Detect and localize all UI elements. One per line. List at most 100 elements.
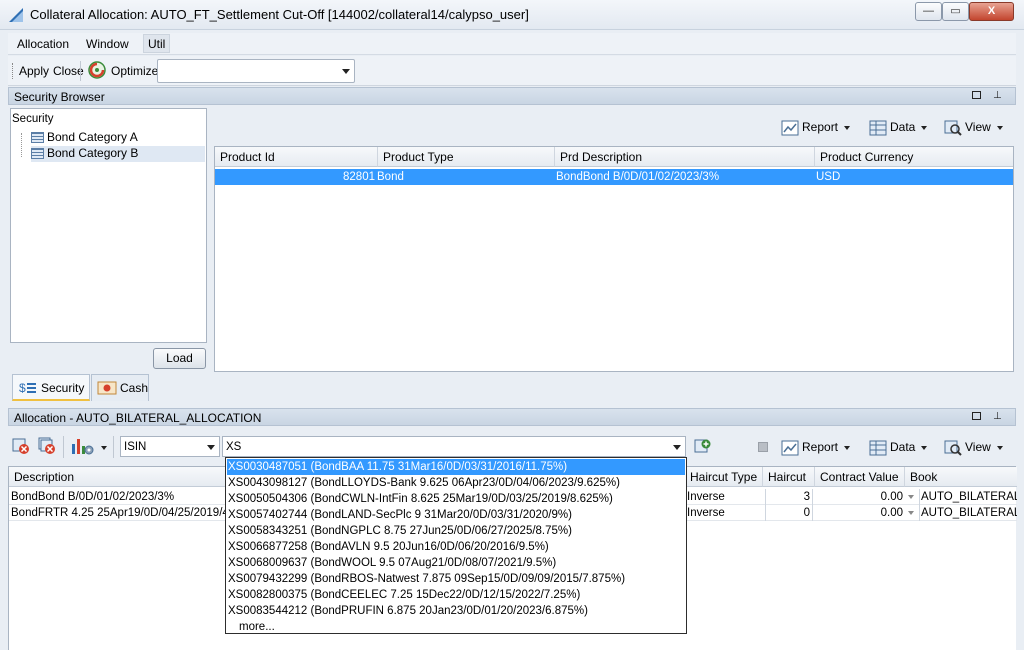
table-icon (31, 148, 44, 159)
menu-window[interactable]: Window (86, 37, 129, 51)
chevron-down-icon (207, 444, 215, 450)
data-menu-button[interactable]: Data (869, 120, 928, 136)
restore-panel-icon[interactable] (972, 91, 981, 99)
cell-description: BondBond B/0D/01/02/2023/3% (556, 171, 720, 183)
cell-contract-value[interactable]: 0.00 (815, 505, 905, 521)
window-title: Collateral Allocation: AUTO_FT_Settlemen… (30, 7, 529, 22)
security-browser-title: Security Browser (14, 90, 105, 104)
table-row[interactable]: 82801 Bond BondBond B/0D/01/02/2023/3% U… (215, 169, 1013, 185)
stop-icon[interactable] (758, 442, 768, 452)
column-header-haircut[interactable]: Haircut (763, 467, 815, 487)
title-bar: Collateral Allocation: AUTO_FT_Settlemen… (0, 0, 1024, 30)
chevron-down-icon[interactable] (908, 511, 914, 515)
pin-icon[interactable]: ⊥ (992, 91, 1003, 101)
cell-product-type: Bond (377, 171, 404, 183)
column-header-product-currency[interactable]: Product Currency (815, 147, 1013, 167)
suggestion-item[interactable]: XS0057402744 (BondLAND-SecPlc 9 31Mar20/… (227, 507, 685, 523)
column-header-product-type[interactable]: Product Type (378, 147, 555, 167)
view-label: View (965, 440, 991, 455)
optimize-icon[interactable] (88, 61, 106, 79)
suggestion-item[interactable]: XS0058343251 (BondNGPLC 8.75 27Jun25/0D/… (227, 523, 685, 539)
suggestion-item[interactable]: XS0083544212 (BondPRUFIN 6.875 20Jan23/0… (227, 603, 685, 619)
apply-button[interactable]: Apply (19, 64, 49, 78)
report-icon (781, 120, 799, 136)
tab-security[interactable]: $ Security (12, 374, 90, 401)
report-icon (781, 440, 799, 456)
suggestion-item[interactable]: XS0043098127 (BondLLOYDS-Bank 9.625 06Ap… (227, 475, 685, 491)
cell-product-id: 82801 (343, 171, 375, 183)
security-search-value: XS (226, 441, 242, 453)
view-icon (944, 120, 962, 136)
column-header-contract-value[interactable]: Contract Value (815, 467, 905, 487)
view-label: View (965, 120, 991, 135)
column-header-prd-description[interactable]: Prd Description (555, 147, 815, 167)
toolbar-divider (63, 436, 64, 458)
minimize-icon: — (923, 5, 934, 17)
column-header-haircut-type[interactable]: Haircut Type (685, 467, 763, 487)
id-type-value: ISIN (124, 441, 147, 453)
suggestion-item[interactable]: XS0066877258 (BondAVLN 9.5 20Jun16/0D/06… (227, 539, 685, 555)
cell-haircut[interactable]: 3 (765, 489, 813, 505)
table-icon (31, 132, 44, 143)
column-header-product-id[interactable]: Product Id (215, 147, 378, 167)
cell-book[interactable]: AUTO_BILATERAL_F (919, 489, 1017, 505)
allocation-data-menu-button[interactable]: Data (869, 440, 928, 456)
suggestion-item[interactable]: XS0068009637 (BondWOOL 9.5 07Aug21/0D/08… (227, 555, 685, 571)
restore-panel-icon[interactable] (972, 412, 981, 420)
app-icon (9, 8, 23, 22)
column-header-book[interactable]: Book (905, 467, 1017, 487)
tree-item-bond-category-b[interactable]: Bond Category B (31, 146, 205, 162)
toolbar-grip (12, 63, 14, 79)
security-search-combo[interactable]: XS (222, 436, 686, 457)
cell-description: BondFRTR 4.25 25Apr19/0D/04/25/2019/4.2 (11, 507, 226, 519)
allocation-report-menu-button[interactable]: Report (781, 440, 851, 456)
tree-item-bond-category-a[interactable]: Bond Category A (31, 130, 138, 146)
chart-settings-icon[interactable] (71, 436, 95, 456)
cell-currency: USD (816, 171, 841, 183)
suggestion-item[interactable]: XS0079432299 (BondRBOS-Natwest 7.875 09S… (227, 571, 685, 587)
product-table: Product Id Product Type Prd Description … (214, 146, 1014, 372)
remove-row-icon[interactable] (12, 437, 30, 455)
data-icon (869, 440, 887, 456)
more-suggestions-link[interactable]: more... (227, 619, 685, 635)
remove-all-icon[interactable] (38, 437, 56, 455)
id-type-select[interactable]: ISIN (120, 436, 220, 457)
view-menu-button[interactable]: View (944, 120, 1003, 136)
tree-line (21, 133, 22, 157)
chevron-down-icon (996, 126, 1003, 130)
toolbar-divider (80, 61, 81, 81)
add-row-icon[interactable] (694, 438, 712, 454)
security-suggestion-list: XS0030487051 (BondBAA 11.75 31Mar16/0D/0… (225, 457, 687, 634)
optimize-combo[interactable] (157, 59, 355, 83)
suggestion-item[interactable]: XS0050504306 (BondCWLN-IntFin 8.625 25Ma… (227, 491, 685, 507)
cell-contract-value[interactable]: 0.00 (815, 489, 905, 505)
tree-item-label: Bond Category B (47, 146, 139, 160)
data-label: Data (890, 440, 916, 455)
report-label: Report (802, 440, 839, 455)
pin-icon[interactable]: ⊥ (992, 412, 1003, 422)
chevron-down-icon (844, 446, 851, 450)
chevron-down-icon (996, 446, 1003, 450)
cell-haircut[interactable]: 0 (765, 505, 813, 521)
security-icon: $ (19, 381, 36, 395)
suggestion-item[interactable]: XS0030487051 (BondBAA 11.75 31Mar16/0D/0… (227, 459, 685, 475)
chevron-down-icon[interactable] (908, 495, 914, 499)
load-button[interactable]: Load (153, 348, 206, 369)
suggestion-item[interactable]: XS0082800375 (BondCEELEC 7.25 15Dec22/0D… (227, 587, 685, 603)
close-window-button[interactable]: X (969, 2, 1014, 21)
allocation-view-menu-button[interactable]: View (944, 440, 1003, 456)
data-icon (869, 120, 887, 136)
tree-root-label: Security (12, 113, 54, 125)
allocation-header: Allocation - AUTO_BILATERAL_ALLOCATION ⊥ (8, 408, 1016, 426)
cell-book[interactable]: AUTO_BILATERAL_F (919, 505, 1017, 521)
tab-cash[interactable]: Cash (91, 374, 149, 401)
tab-cash-label: Cash (120, 381, 149, 395)
chevron-down-icon[interactable] (101, 446, 107, 450)
menu-util[interactable]: Util (143, 34, 171, 53)
maximize-button[interactable]: ▭ (942, 2, 969, 21)
cash-icon (97, 381, 117, 395)
minimize-button[interactable]: — (915, 2, 942, 21)
menu-allocation[interactable]: Allocation (17, 37, 69, 51)
report-menu-button[interactable]: Report (781, 120, 851, 136)
optimize-button[interactable]: Optimize (111, 64, 158, 78)
